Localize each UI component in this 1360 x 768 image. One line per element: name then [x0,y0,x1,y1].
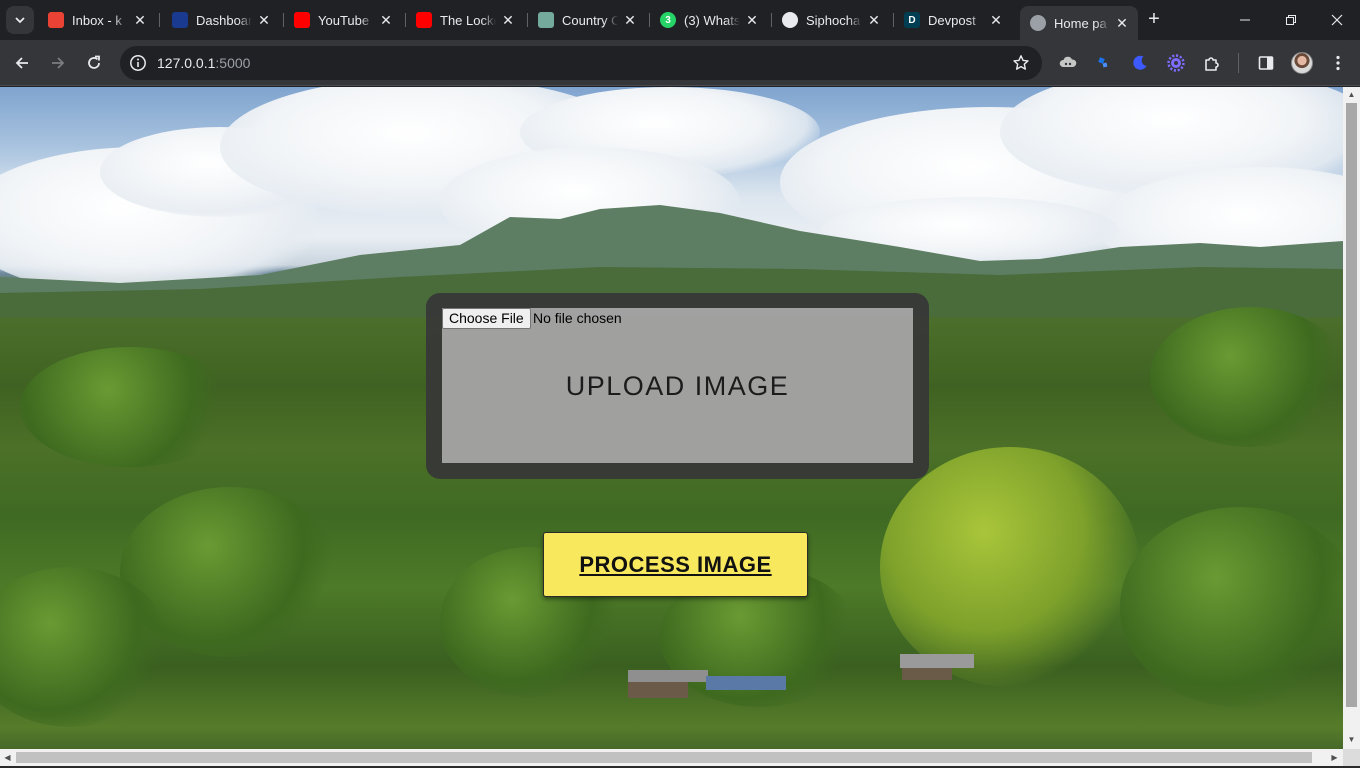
tab-close-icon[interactable]: ✕ [866,12,882,28]
tab-close-icon[interactable]: ✕ [1114,15,1130,31]
arrow-right-icon [52,57,65,69]
tree [20,347,240,467]
scroll-right-icon[interactable]: ▶ [1330,753,1339,762]
moon-extension-icon[interactable] [1130,53,1150,73]
tree [880,447,1140,687]
site-info-icon[interactable] [129,54,147,72]
browser-tab[interactable]: Siphocha ✕ [772,6,890,34]
vertical-scrollbar[interactable]: ▲ ▼ [1343,87,1360,749]
youtube-icon [294,12,310,28]
tab-close-icon[interactable]: ✕ [744,12,760,28]
file-status-text: No file chosen [533,310,622,326]
tab-title: YouTube [318,12,370,28]
devpost-icon: D [904,12,920,28]
tab-close-icon[interactable]: ✕ [988,12,1004,28]
upload-drop-area[interactable]: Choose File No file chosen UPLOAD IMAGE [442,308,913,463]
browser-menu-icon[interactable] [1328,53,1348,73]
tab-close-icon[interactable]: ✕ [378,12,394,28]
github-icon [782,12,798,28]
bookmark-star-icon[interactable] [1012,54,1030,72]
gmail-icon [48,12,64,28]
horizontal-scroll-thumb[interactable] [16,752,1312,763]
vertical-scroll-thumb[interactable] [1346,103,1357,707]
globe-icon [1030,15,1046,31]
close-icon [1331,14,1343,26]
tab-close-icon[interactable]: ✕ [622,12,638,28]
address-bar[interactable]: 127.0.0.1:5000 [120,46,1042,80]
tab-title: Dashboard [196,12,252,28]
tab-title: Siphocha [806,12,861,28]
forward-button[interactable] [44,49,72,77]
scroll-up-icon[interactable]: ▲ [1347,90,1356,99]
scroll-down-icon[interactable]: ▼ [1347,735,1356,744]
whatsapp-icon: 3 [660,12,676,28]
page-viewport: Choose File No file chosen UPLOAD IMAGE … [0,87,1343,749]
choose-file-button[interactable]: Choose File [442,308,531,329]
minimize-icon [1240,19,1250,21]
restore-icon [1286,15,1296,25]
upload-card: Choose File No file chosen UPLOAD IMAGE [426,293,929,479]
browser-tab[interactable]: Inbox - k ✕ [38,6,156,34]
house-roof [900,654,974,680]
puzzle-extensions-icon[interactable] [1202,53,1222,73]
browser-tab[interactable]: Country C ✕ [528,6,646,34]
restore-button[interactable] [1268,0,1314,40]
reload-icon [88,55,100,69]
tab-close-icon[interactable]: ✕ [500,12,516,28]
new-tab-button[interactable]: + [1142,8,1166,32]
tab-title: The Lockd [440,12,496,28]
browser-tab[interactable]: The Lockd ✕ [406,6,524,34]
tab-separator [159,13,160,27]
chevron-down-icon [15,17,25,24]
browser-tab[interactable]: Dashboard✕ [162,6,280,34]
upload-title: UPLOAD IMAGE [565,371,790,401]
tab-title: Devpost [928,12,976,28]
horizontal-scrollbar[interactable]: ◀ ▶ [0,749,1343,766]
tree [1150,307,1343,447]
tab-title: Home pa [1054,15,1107,31]
minimize-button[interactable] [1222,0,1268,40]
tab-search-button[interactable] [6,6,34,34]
tab-close-icon[interactable]: ✕ [132,12,148,28]
tab-title: Inbox - k [72,12,122,28]
url-text: 127.0.0.1:5000 [157,55,250,71]
reload-button[interactable] [80,49,108,77]
browser-toolbar: 127.0.0.1:5000 [0,40,1360,86]
url-port: :5000 [215,55,251,71]
side-panel-icon[interactable] [1256,53,1276,73]
youtube-icon [416,12,432,28]
back-button[interactable] [8,49,36,77]
arrow-left-icon [15,57,28,69]
process-image-button[interactable]: PROCESS IMAGE [543,532,808,597]
tab-title: (3) Whats [684,12,740,28]
url-host: 127.0.0.1 [157,55,216,71]
browser-tab[interactable]: 3 (3) Whats ✕ [650,6,768,34]
tab-close-icon[interactable]: ✕ [256,12,272,28]
browser-tab[interactable]: Home pa ✕ [1020,6,1138,40]
close-window-button[interactable] [1314,0,1360,40]
village-roofs [628,670,786,698]
scroll-left-icon[interactable]: ◀ [3,753,12,762]
scrollbar-corner [1343,749,1360,766]
cloud-extension-icon[interactable] [1058,53,1078,73]
browser-tab[interactable]: D Devpost ✕ [894,6,1012,34]
dashboard-icon [172,12,188,28]
chatgpt-icon [538,12,554,28]
bluesky-extension-icon[interactable] [1094,53,1114,73]
tab-strip: Inbox - k✕Dashboard✕YouTube✕The Lockd✕Co… [0,0,1360,40]
gear-extension-icon[interactable] [1166,53,1186,73]
tree [1120,507,1343,707]
browser-tab[interactable]: YouTube ✕ [284,6,402,34]
tab-title: Country C [562,12,618,28]
profile-avatar[interactable] [1291,52,1313,74]
toolbar-divider [1238,53,1239,73]
